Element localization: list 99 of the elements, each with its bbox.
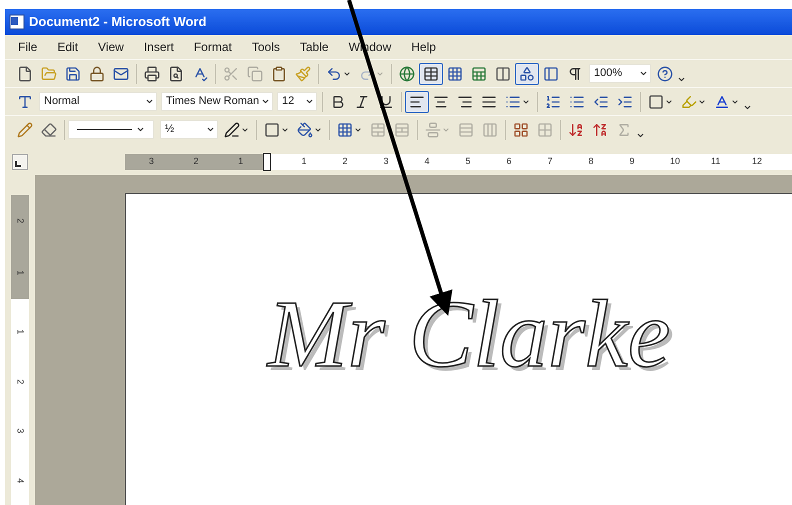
caret-icon <box>261 97 270 106</box>
border-icon <box>264 122 280 138</box>
numbered-list-icon <box>545 94 561 110</box>
ruler-label: 4 <box>424 155 430 168</box>
undo-icon <box>326 66 342 82</box>
word-document-icon <box>9 14 25 30</box>
dropdown-field[interactable]: 12 <box>277 92 317 111</box>
menu-item[interactable]: Help <box>402 38 445 56</box>
sort-descending-icon <box>592 122 608 138</box>
menu-item[interactable]: File <box>9 38 46 56</box>
copy-icon <box>247 66 263 82</box>
save-icon <box>65 66 81 82</box>
ruler-label: 4 <box>14 478 27 483</box>
shapes-icon <box>519 66 535 82</box>
envelope-icon <box>113 66 129 82</box>
table-format-icon <box>513 122 529 138</box>
spreadsheet-icon <box>471 66 487 82</box>
dropdown-field[interactable]: Times New Roman <box>161 92 273 111</box>
line-spacing-icon <box>505 94 521 110</box>
overflow-icon[interactable] <box>743 103 752 112</box>
ruler-label: 8 <box>588 155 594 168</box>
menu-item[interactable]: Format <box>184 38 241 56</box>
menu-item[interactable]: Edit <box>48 38 88 56</box>
ruler-label: 2 <box>14 218 27 224</box>
paint-bucket-icon <box>297 122 313 138</box>
help-icon <box>657 66 673 82</box>
pencil-icon <box>17 122 33 138</box>
dropdown-field[interactable]: Normal <box>39 92 157 111</box>
globe-icon <box>399 66 415 82</box>
window-title: Document2 - Microsoft Word <box>29 13 206 32</box>
ruler-label: 2 <box>193 155 198 168</box>
table-icon <box>337 122 353 138</box>
pilcrow-icon <box>567 66 583 82</box>
menu-item[interactable]: Insert <box>134 38 183 56</box>
styles-icon <box>17 94 33 110</box>
eraser-icon <box>41 122 57 138</box>
caret-icon <box>305 97 314 106</box>
ruler-label: 1 <box>14 270 27 276</box>
overflow-icon[interactable] <box>636 131 645 140</box>
scissors-icon <box>223 66 239 82</box>
rows-icon <box>458 122 474 138</box>
merge-cells-icon <box>370 122 386 138</box>
overflow-icon[interactable] <box>677 75 686 84</box>
ruler-label: 9 <box>629 155 635 168</box>
toolbar-button[interactable] <box>419 62 443 84</box>
line-style-field[interactable] <box>68 120 154 139</box>
highlighter-icon <box>681 94 697 110</box>
cell-align-icon <box>425 122 441 138</box>
underline-icon <box>378 94 394 110</box>
ruler-label: 6 <box>506 155 512 168</box>
caret-icon <box>136 125 145 134</box>
caret-icon <box>145 97 154 106</box>
tab-stop-button[interactable] <box>12 154 28 170</box>
bullet-list-icon <box>569 94 585 110</box>
ruler-label: 1 <box>238 155 244 168</box>
split-cells-icon <box>394 122 410 138</box>
dropdown-field[interactable]: ½ <box>160 120 218 139</box>
toolbar-button[interactable] <box>405 90 429 112</box>
columns-icon <box>495 66 511 82</box>
indent-marker[interactable] <box>263 153 271 171</box>
paintbrush-icon <box>295 66 311 82</box>
ruler-label: 7 <box>547 155 553 168</box>
page-icon <box>17 66 33 82</box>
align-center-icon <box>433 94 449 110</box>
ruler-label: 5 <box>465 155 471 168</box>
table-pencil-icon <box>423 66 439 82</box>
border-icon <box>648 94 664 110</box>
outdent-icon <box>593 94 609 110</box>
align-right-icon <box>457 94 473 110</box>
wordart-text: Mr Clarke <box>268 286 670 382</box>
sort-ascending-icon <box>568 122 584 138</box>
lock-icon <box>89 66 105 82</box>
menu-item[interactable]: Table <box>290 38 338 56</box>
italic-icon <box>354 94 370 110</box>
justify-icon <box>481 94 497 110</box>
ruler-label: 3 <box>148 155 154 168</box>
indent-icon <box>617 94 633 110</box>
caret-icon <box>206 125 215 134</box>
ruler-label: 2 <box>342 155 348 168</box>
document-map-icon <box>543 66 559 82</box>
ruler-label: 3 <box>383 155 389 168</box>
clipboard-icon <box>271 66 287 82</box>
caret-icon <box>639 69 648 78</box>
ruler-label: 3 <box>14 428 27 434</box>
printer-icon <box>144 66 160 82</box>
pen-icon <box>224 122 240 138</box>
align-left-icon <box>409 94 425 110</box>
table-icon <box>447 66 463 82</box>
menu-item[interactable]: Tools <box>242 38 289 56</box>
font-color-icon <box>714 94 730 110</box>
menu-item[interactable]: View <box>89 38 133 56</box>
columns-icon <box>482 122 498 138</box>
ruler-label: 1 <box>301 155 307 168</box>
grid-icon <box>537 122 553 138</box>
preview-icon <box>168 66 184 82</box>
ruler-label: 1 <box>14 329 27 334</box>
folder-icon <box>41 66 57 82</box>
ruler-label: 2 <box>14 378 27 384</box>
dropdown-field[interactable]: 100% <box>589 64 651 83</box>
